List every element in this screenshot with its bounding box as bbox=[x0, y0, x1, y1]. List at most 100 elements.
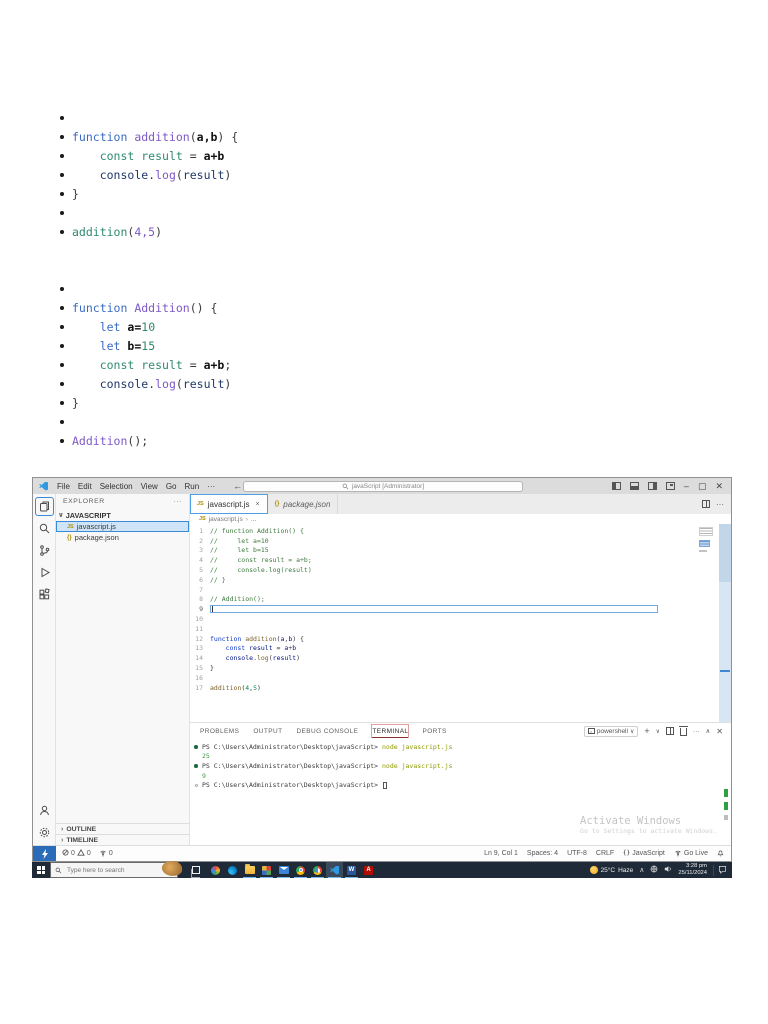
taskbar-app-word[interactable] bbox=[343, 862, 360, 878]
more-actions-icon[interactable]: ··· bbox=[173, 498, 182, 505]
kill-terminal-icon[interactable] bbox=[680, 728, 687, 736]
notification-center-icon[interactable] bbox=[713, 865, 727, 876]
menu-item-view[interactable]: View bbox=[137, 482, 162, 491]
editor-line-5[interactable]: 5// console.log(result) bbox=[190, 565, 731, 575]
accounts-icon[interactable] bbox=[36, 802, 53, 819]
customize-layout-icon[interactable] bbox=[666, 482, 675, 490]
hidden-icons-chevron[interactable]: ∧ bbox=[639, 866, 644, 874]
editor-line-17[interactable]: 17addition(4,5) bbox=[190, 683, 731, 693]
panel-tab-debug-console[interactable]: DEBUG CONSOLE bbox=[294, 723, 360, 739]
panel-tab-problems[interactable]: PROBLEMS bbox=[198, 723, 241, 739]
taskbar-app-file-explorer[interactable] bbox=[241, 862, 258, 878]
editor-line-7[interactable]: 7 bbox=[190, 585, 731, 595]
network-icon[interactable] bbox=[650, 865, 658, 875]
minimize-icon[interactable]: – bbox=[684, 482, 689, 491]
run-debug-icon[interactable] bbox=[36, 564, 53, 581]
terminal-output[interactable]: PS C:\Users\Administrator\Desktop\javaSc… bbox=[190, 739, 731, 845]
status-javascript[interactable]: JavaScript bbox=[623, 849, 665, 858]
editor-line-12[interactable]: 12function addition(a,b) { bbox=[190, 634, 731, 644]
maximize-panel-icon[interactable]: ∧ bbox=[706, 727, 711, 735]
panel-tab-output[interactable]: OUTPUT bbox=[251, 723, 284, 739]
taskbar-app-chrome[interactable] bbox=[292, 862, 309, 878]
status-ln-9--col-1[interactable]: Ln 9, Col 1 bbox=[484, 850, 518, 857]
editor-line-6[interactable]: 6// } bbox=[190, 575, 731, 585]
remote-indicator[interactable] bbox=[33, 846, 56, 861]
panel-tab-terminal[interactable]: TERMINAL bbox=[370, 723, 410, 739]
breadcrumb[interactable]: JS javascript.js › ... bbox=[190, 514, 731, 524]
status-label: Ln 9, Col 1 bbox=[484, 850, 518, 857]
editor-line-14[interactable]: 14 console.log(result) bbox=[190, 653, 731, 663]
editor-line-13[interactable]: 13 const result = a+b bbox=[190, 644, 731, 654]
editor-line-1[interactable]: 1// function Addition() { bbox=[190, 526, 731, 536]
task-view-icon[interactable] bbox=[188, 862, 204, 878]
sidebar-section-outline[interactable]: ›OUTLINE bbox=[56, 823, 189, 834]
code-editor[interactable]: 1// function Addition() {2// let a=103//… bbox=[190, 524, 731, 722]
status-crlf[interactable]: CRLF bbox=[596, 850, 614, 857]
new-terminal-icon[interactable]: + bbox=[644, 726, 649, 736]
terminal-profile-chip[interactable]: >_ powershell ∨ bbox=[584, 726, 638, 737]
restore-icon[interactable]: ▢ bbox=[698, 482, 707, 491]
menu-item-file[interactable]: File bbox=[53, 482, 74, 491]
problems-status[interactable]: 0 0 bbox=[62, 849, 91, 858]
toggle-secondary-sidebar-icon[interactable] bbox=[648, 482, 657, 490]
search-input[interactable] bbox=[65, 866, 165, 875]
editor-line-2[interactable]: 2// let a=10 bbox=[190, 536, 731, 546]
folder-header[interactable]: ∨ JAVASCRIPT bbox=[56, 509, 189, 521]
clock[interactable]: 3:28 pm 25/11/2024 bbox=[678, 863, 707, 877]
panel-tab-ports[interactable]: PORTS bbox=[420, 723, 448, 739]
toggle-panel-icon[interactable] bbox=[630, 482, 639, 490]
weather-widget[interactable]: 25°C Haze bbox=[590, 866, 634, 874]
taskbar-app-vscode[interactable] bbox=[326, 862, 343, 878]
editor-scrollbar[interactable] bbox=[719, 524, 731, 722]
toggle-sidebar-icon[interactable] bbox=[612, 482, 621, 490]
menu-item-[interactable]: ··· bbox=[203, 482, 219, 491]
tab-javascript-js[interactable]: JSjavascript.js× bbox=[190, 494, 268, 514]
explorer-icon[interactable] bbox=[36, 498, 53, 515]
editor-line-11[interactable]: 11 bbox=[190, 624, 731, 634]
more-actions-icon[interactable]: ··· bbox=[716, 500, 724, 509]
notifications-bell[interactable] bbox=[717, 849, 724, 859]
ports-status[interactable]: 0 bbox=[99, 849, 113, 859]
tab-package-json[interactable]: {}package.json bbox=[268, 494, 339, 514]
settings-gear-icon[interactable] bbox=[36, 824, 53, 841]
sidebar-section-timeline[interactable]: ›TIMELINE bbox=[56, 834, 189, 845]
editor-line-10[interactable]: 10 bbox=[190, 614, 731, 624]
extensions-icon[interactable] bbox=[36, 586, 53, 603]
menu-item-go[interactable]: Go bbox=[162, 482, 181, 491]
status-utf-8[interactable]: UTF-8 bbox=[567, 850, 587, 857]
source-control-icon[interactable] bbox=[36, 542, 53, 559]
editor-line-15[interactable]: 15} bbox=[190, 663, 731, 673]
minimap[interactable] bbox=[699, 527, 716, 552]
taskbar-app-cortana[interactable] bbox=[207, 862, 224, 878]
menu-item-edit[interactable]: Edit bbox=[74, 482, 96, 491]
editor-line-3[interactable]: 3// let b=15 bbox=[190, 546, 731, 556]
editor-line-9[interactable]: 9 bbox=[190, 604, 731, 614]
taskbar-app-mail[interactable] bbox=[275, 862, 292, 878]
editor-line-4[interactable]: 4// const result = a+b; bbox=[190, 555, 731, 565]
editor-line-16[interactable]: 16 bbox=[190, 673, 731, 683]
taskbar-app-browser[interactable] bbox=[309, 862, 326, 878]
command-center-search[interactable]: javaScript [Administrator] bbox=[243, 481, 523, 492]
taskbar-search[interactable] bbox=[50, 862, 178, 878]
status-go-live[interactable]: Go Live bbox=[674, 849, 708, 859]
taskbar-app-store[interactable] bbox=[258, 862, 275, 878]
close-icon[interactable]: × bbox=[256, 501, 260, 508]
search-icon[interactable] bbox=[36, 520, 53, 537]
back-arrow-icon[interactable]: ← bbox=[233, 481, 242, 491]
menu-item-selection[interactable]: Selection bbox=[96, 482, 137, 491]
taskbar-app-acrobat[interactable] bbox=[360, 862, 377, 878]
editor-line-8[interactable]: 8// Addition(); bbox=[190, 595, 731, 605]
more-actions-icon[interactable]: ··· bbox=[693, 728, 700, 735]
split-terminal-icon[interactable] bbox=[666, 727, 674, 735]
menu-item-run[interactable]: Run bbox=[180, 482, 203, 491]
close-panel-icon[interactable]: ✕ bbox=[716, 727, 723, 736]
launch-profile-chevron-icon[interactable]: ∨ bbox=[656, 728, 660, 735]
volume-icon[interactable] bbox=[664, 865, 672, 875]
status-spaces--4[interactable]: Spaces: 4 bbox=[527, 850, 558, 857]
taskbar-app-edge[interactable] bbox=[224, 862, 241, 878]
file-item-package-json[interactable]: {}package.json bbox=[56, 532, 189, 543]
close-icon[interactable]: ✕ bbox=[715, 482, 723, 491]
start-button[interactable] bbox=[32, 862, 50, 878]
split-editor-icon[interactable] bbox=[702, 500, 710, 508]
file-item-javascript-js[interactable]: JSjavascript.js bbox=[56, 521, 189, 532]
